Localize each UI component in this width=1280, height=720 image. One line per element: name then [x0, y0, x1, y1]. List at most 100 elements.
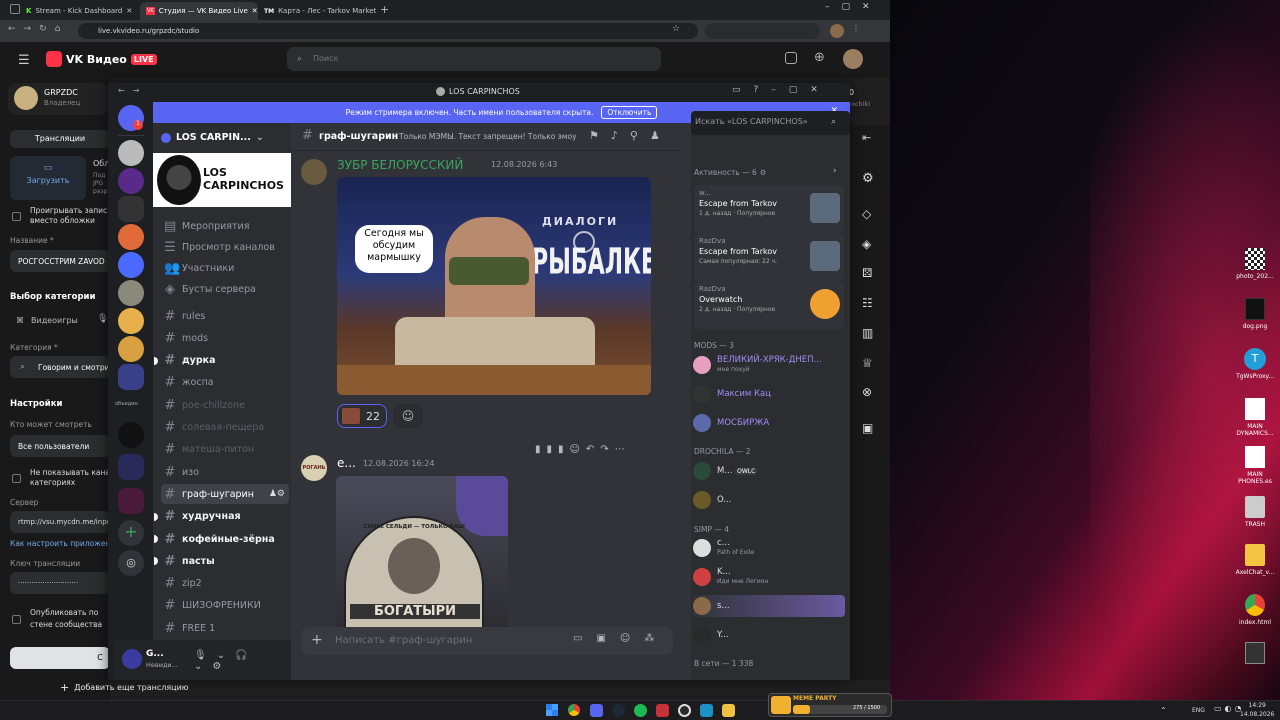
diamond-icon[interactable]: ◇ — [862, 207, 871, 221]
member-item[interactable]: O... — [693, 489, 845, 511]
stream-key-input[interactable]: ··························· — [10, 572, 110, 594]
gear-icon[interactable]: ⚙ — [862, 171, 874, 186]
server-icon[interactable] — [118, 168, 144, 194]
tab-search-icon[interactable] — [10, 4, 20, 14]
category-games[interactable]: Видеоигры — [31, 316, 78, 325]
channel-item[interactable]: # матеша-питон — [161, 440, 289, 460]
bookmark-star-icon[interactable]: ☆ — [672, 24, 680, 34]
who-can-watch-select[interactable]: Все пользователи — [10, 435, 110, 457]
message-hover-toolbar[interactable]: ▮▮▮☺↶↷⋯ — [535, 444, 665, 462]
activity-card[interactable]: RazDva Overwatch 2 д. назад · Популярное — [694, 281, 844, 329]
tab-vk-studio[interactable]: VK Студия — VK Видео Live ✕ — [140, 2, 258, 20]
activity-card[interactable]: w... Escape from Tarkov 1 д. назад · Попул… — [694, 185, 844, 233]
author-avatar[interactable]: РОГАНЬ — [301, 455, 327, 481]
server-icon[interactable] — [118, 336, 144, 362]
clock[interactable]: 14:29 14.08.2026 — [1240, 701, 1274, 719]
member-item[interactable]: M... OWLC — [693, 460, 845, 482]
server-header[interactable]: LOS CARPIN... ⌄ — [161, 132, 264, 143]
desktop-icon-main-dynamics[interactable]: MAIN DYNAMICS... — [1230, 398, 1280, 437]
desktop-icon-trash[interactable]: TRASH — [1230, 496, 1280, 528]
vk-logo[interactable]: VK Видео LIVE — [46, 51, 157, 67]
disable-streamer-mode-button[interactable]: Отключить — [601, 106, 658, 119]
hamburger-icon[interactable]: ☰ — [18, 53, 30, 68]
gem-icon[interactable]: ◈ — [862, 237, 871, 251]
composer-tool-icons[interactable]: ▭▣☺⁂ — [573, 633, 668, 644]
channel-item[interactable]: # пасты — [154, 551, 289, 571]
language-indicator[interactable]: ENG — [1192, 707, 1205, 714]
author-avatar[interactable] — [301, 159, 327, 185]
channel-item[interactable]: # худручная — [154, 507, 289, 527]
desktop-icon-axelchat[interactable]: AxelChat_v... — [1230, 544, 1280, 576]
channel-item[interactable]: # жоспа — [161, 373, 289, 393]
member-item[interactable]: c... Path of Exile — [693, 537, 845, 559]
tshirt-image[interactable]: СИНЕЕ СЕЛЬДИ — ТОЛЬКО ВАШ БОГАТЫРИ — [336, 476, 508, 640]
start-stream-button[interactable]: C — [10, 647, 110, 669]
mic-icon[interactable]: 🎙 — [97, 314, 108, 324]
voice-control-icons[interactable]: 🎙⌄🎧⌄⚙ — [194, 650, 291, 672]
profile-avatar[interactable] — [830, 24, 844, 38]
server-input[interactable]: rtmp://vsu.mycdn.me/input — [10, 511, 110, 533]
member-item[interactable]: ВЕЛИКИЙ-ХРЯК-ДНЕП... мне похуй — [693, 354, 845, 376]
desktop-icon-index-html[interactable]: index.html — [1230, 594, 1280, 626]
upload-cover-button[interactable]: ▭ Загрузить — [10, 156, 86, 200]
history-nav-buttons[interactable]: ←→ — [118, 86, 147, 95]
nav-browse-channels[interactable]: ☰ Просмотр каналов — [161, 237, 289, 257]
close-icon[interactable]: ✕ — [252, 7, 258, 15]
channel-item[interactable]: # изо — [161, 462, 289, 482]
publish-checkbox[interactable] — [12, 615, 21, 624]
server-icon[interactable] — [118, 252, 144, 278]
close-icon[interactable]: ✕ — [126, 7, 132, 15]
header-tool-icons[interactable]: ⚑♪⚲♟ — [589, 129, 672, 142]
channel-item[interactable]: # FREE 1 — [161, 618, 289, 638]
stats-icon[interactable]: ▥ — [862, 326, 873, 340]
activity-card[interactable]: RazDva Escape from Tarkov Самая популярная… — [694, 233, 844, 281]
windows-start-icon[interactable] — [546, 704, 558, 716]
app-icon[interactable] — [700, 704, 713, 717]
play-icon[interactable] — [573, 231, 595, 253]
howto-link[interactable]: Как настроить приложен — [10, 539, 110, 548]
server-icon[interactable] — [118, 140, 144, 166]
meme-party-widget[interactable]: МЕМЕ PARTY 275 / 1500 — [768, 693, 892, 717]
member-item[interactable]: K... Иди мне Легион — [693, 566, 845, 588]
channel-item[interactable]: # rules — [161, 306, 289, 326]
nav-events[interactable]: ▤ Мероприятия — [161, 216, 289, 236]
url-input[interactable]: live.vkvideo.ru/grpzdc/studio — [78, 23, 698, 39]
chrome-icon[interactable] — [568, 704, 580, 716]
member-item[interactable]: s... — [693, 595, 845, 617]
tab-broadcasts[interactable]: Трансляции — [10, 130, 110, 148]
nav-server-boosts[interactable]: ◈ Бусты сервера — [161, 279, 289, 299]
channel-item[interactable]: # дурка — [154, 351, 289, 371]
member-item[interactable]: Y... — [693, 624, 845, 646]
message-author[interactable]: ЗУБР БЕЛОРУССКИЙ — [337, 158, 463, 172]
server-folder-icon[interactable] — [118, 364, 144, 390]
meme-image[interactable]: ДИАЛОГИ РЫБАЛКЕ Сегодня мы обсудим мармы… — [337, 177, 651, 395]
steam-icon[interactable] — [612, 704, 625, 717]
member-item[interactable]: МОСБИРЖА — [693, 412, 845, 434]
clip-icon[interactable]: ▣ — [862, 421, 873, 435]
menu-dots-icon[interactable]: ⋮ — [852, 24, 860, 33]
channel-item[interactable]: # mods — [161, 328, 289, 348]
reaction-button[interactable]: 22 — [337, 404, 387, 428]
user-avatar[interactable] — [122, 649, 142, 669]
server-icon[interactable] — [118, 422, 144, 448]
vk-search-input[interactable]: Поиск — [287, 47, 661, 71]
server-folder-icon[interactable] — [118, 454, 144, 480]
server-folder-icon[interactable] — [118, 488, 144, 514]
window-controls[interactable]: –▢✕ — [825, 2, 882, 12]
dice-icon[interactable]: ⚄ — [862, 266, 872, 280]
channel-item[interactable]: # ШИЗОФРЕНИКИ — [161, 596, 289, 616]
desktop-icon-tgwsproxy[interactable]: T TgWsProxy... — [1230, 348, 1280, 380]
app-icon[interactable] — [656, 704, 669, 717]
server-icon[interactable] — [118, 224, 144, 250]
channel-item[interactable]: # граф-шугарин ♟⚙ — [161, 484, 289, 505]
message-author[interactable]: е... — [337, 456, 356, 470]
play-record-checkbox[interactable] — [12, 212, 21, 221]
extensions-tray[interactable] — [705, 23, 820, 39]
desktop-icon-dog[interactable]: dog.png — [1230, 298, 1280, 330]
server-icon[interactable] — [118, 280, 144, 306]
channel-item[interactable]: # солевая-пещера — [161, 418, 289, 438]
chat-x-icon[interactable]: ⊗ — [862, 385, 872, 399]
tab-kick[interactable]: K Stream - Kick Dashboard ✕ — [20, 2, 138, 20]
hide-category-checkbox[interactable] — [12, 474, 21, 483]
add-stream-button[interactable]: + Добавить еще трансляцию — [60, 681, 189, 694]
